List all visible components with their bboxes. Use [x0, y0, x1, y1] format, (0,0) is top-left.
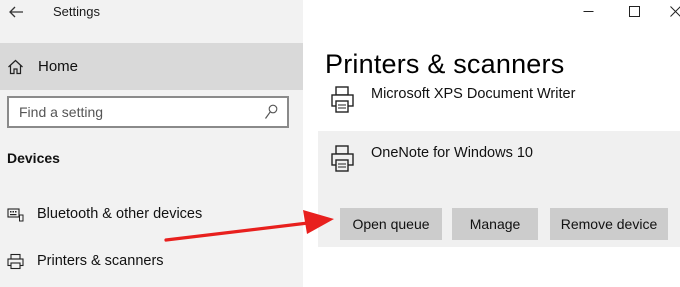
close-button[interactable]: [652, 0, 680, 24]
sidebar-item-label: Bluetooth & other devices: [37, 206, 203, 222]
sidebar-item-home[interactable]: Home: [0, 43, 303, 90]
printer-icon: [330, 86, 356, 114]
sidebar-item-bluetooth[interactable]: Bluetooth & other devices: [0, 198, 303, 232]
close-icon: [670, 6, 680, 17]
settings-sidebar: Settings Home Devices Bluetooth & other …: [0, 0, 303, 287]
maximize-button[interactable]: [611, 0, 657, 24]
bluetooth-keyboard-icon: [7, 206, 24, 223]
app-title: Settings: [53, 4, 100, 19]
device-item-xps[interactable]: Microsoft XPS Document Writer: [318, 82, 680, 118]
section-heading-devices: Devices: [7, 150, 60, 166]
home-icon: [7, 59, 24, 75]
sidebar-item-label: Home: [38, 58, 79, 75]
remove-device-button[interactable]: Remove device: [550, 208, 668, 240]
page-title: Printers & scanners: [325, 49, 565, 79]
printer-icon: [7, 253, 24, 270]
open-queue-button[interactable]: Open queue: [340, 208, 442, 240]
sidebar-item-label: Printers & scanners: [37, 253, 164, 269]
device-name: Microsoft XPS Document Writer: [371, 86, 576, 102]
device-item-onenote[interactable]: OneNote for Windows 10 Open queue Manage…: [318, 131, 680, 247]
sidebar-item-printers[interactable]: Printers & scanners: [0, 245, 303, 279]
manage-button[interactable]: Manage: [452, 208, 538, 240]
minimize-button[interactable]: [565, 0, 611, 24]
printer-icon: [330, 145, 356, 173]
search-input[interactable]: [19, 102, 249, 122]
minimize-icon: [583, 11, 594, 12]
maximize-icon: [629, 6, 640, 17]
search-icon[interactable]: [264, 104, 278, 120]
search-box[interactable]: [7, 96, 289, 128]
back-arrow-icon[interactable]: [6, 4, 26, 20]
device-name: OneNote for Windows 10: [371, 145, 533, 161]
